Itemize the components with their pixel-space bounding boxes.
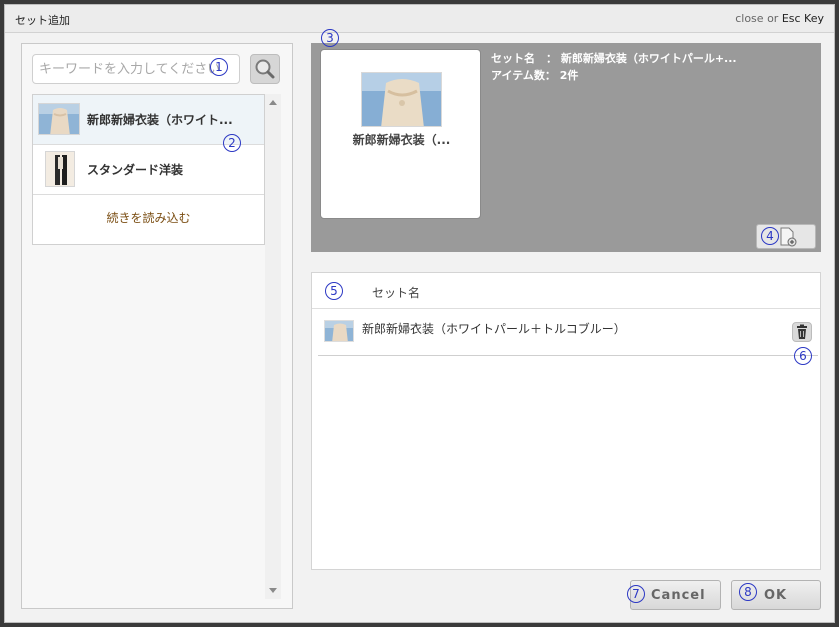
dialog-title: セット追加 (15, 14, 70, 27)
set-name-value: 新郎新婦衣装（ホワイトパール+... (560, 52, 737, 65)
search-panel: 新郎新婦衣装（ホワイト... スタンダード洋装 続きを読み込む 1 (21, 43, 293, 609)
annotation-marker-1: 1 (210, 58, 228, 76)
scroll-down-arrow-icon[interactable] (269, 588, 277, 593)
delete-button[interactable] (792, 322, 812, 342)
list-scrollbar[interactable] (265, 94, 281, 599)
cancel-button-label: Cancel (651, 588, 706, 603)
close-or: or (767, 12, 779, 25)
close-key-hint: Esc Key (781, 12, 824, 25)
item-thumbnail-dress (38, 103, 80, 135)
preview-card[interactable]: 新郎新婦衣装（... (320, 49, 481, 219)
column-header-set-name: セット名 (372, 286, 421, 300)
annotation-marker-4: 4 (761, 227, 779, 245)
result-list: 新郎新婦衣装（ホワイト... スタンダード洋装 続きを読み込む (32, 94, 265, 245)
trash-icon (797, 324, 807, 339)
load-more-link[interactable]: 続きを読み込む (33, 195, 264, 244)
annotation-marker-2: 2 (223, 134, 241, 152)
preview-info: セット名 ： 新郎新婦衣装（ホワイトパール+... アイテム数： 2件 (491, 50, 737, 84)
annotation-marker-3: 3 (321, 29, 339, 47)
scroll-up-arrow-icon[interactable] (269, 100, 277, 105)
row-thumbnail-dress (324, 320, 354, 342)
dialog-titlebar: セット追加 close or Esc Key (5, 5, 834, 33)
item-count-label: アイテム数： (491, 69, 556, 82)
annotation-marker-8: 8 (739, 583, 757, 601)
set-table-header: セット名 (312, 273, 820, 309)
annotation-marker-5: 5 (325, 282, 343, 300)
close-text[interactable]: close (735, 12, 763, 25)
set-preview: 新郎新婦衣装（... セット名 ： 新郎新婦衣装（ホワイトパール+... アイテ… (311, 29, 821, 252)
annotation-marker-7: 7 (627, 585, 645, 603)
preview-image-dress (361, 72, 442, 127)
row-set-name: 新郎新婦衣装（ホワイトパール＋トルコブルー） (362, 322, 626, 336)
search-icon (255, 59, 275, 79)
preview-card-name: 新郎新婦衣装（... (352, 133, 451, 147)
item-count-value: 2件 (559, 69, 579, 82)
set-name-label: セット名 ： (491, 52, 557, 65)
set-table: セット名 新郎新婦衣装（ホワイトパール＋トルコブルー） 5 6 (311, 272, 821, 570)
annotation-marker-6: 6 (794, 347, 812, 365)
search-button[interactable] (250, 54, 280, 84)
item-thumbnail-suit (45, 151, 75, 187)
search-input[interactable] (32, 54, 240, 84)
close-link[interactable]: close or Esc Key (735, 12, 824, 25)
ok-button-label: OK (764, 588, 788, 603)
list-item-label: スタンダード洋装 (87, 163, 184, 177)
set-add-dialog: セット追加 close or Esc Key 新郎新 (4, 4, 835, 623)
table-row: 新郎新婦衣装（ホワイトパール＋トルコブルー） (318, 310, 818, 356)
list-item[interactable]: スタンダード洋装 (33, 145, 264, 195)
list-item-label: 新郎新婦衣装（ホワイト... (87, 113, 233, 127)
